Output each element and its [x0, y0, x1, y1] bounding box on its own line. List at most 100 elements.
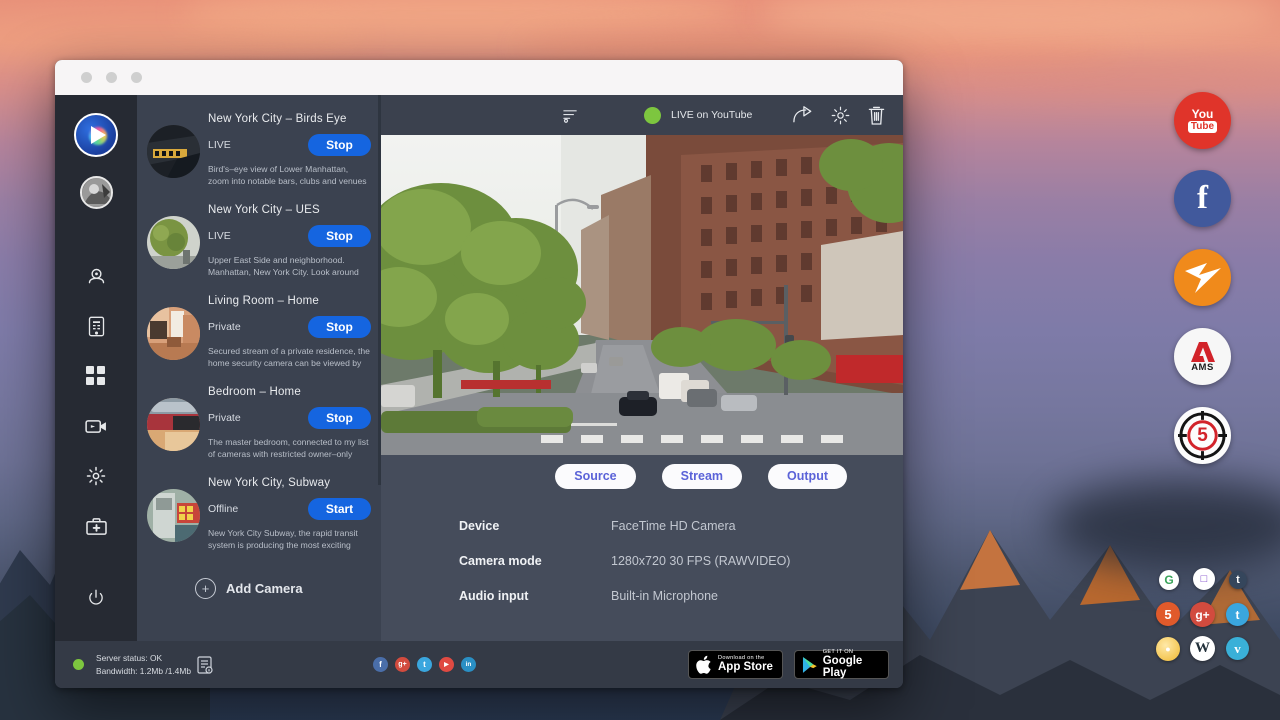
camera-status: Private: [208, 412, 308, 424]
camera-status: LIVE: [208, 139, 308, 151]
add-camera-button[interactable]: + Add Camera: [137, 560, 381, 599]
plus-circle-icon: +: [195, 578, 216, 599]
camera-title: New York City – Birds Eye: [208, 113, 371, 125]
camera-list-item[interactable]: Bedroom – Home Private Stop The master b…: [137, 378, 381, 469]
twitch-mini-icon[interactable]: □: [1193, 568, 1215, 590]
camera-list-item[interactable]: New York City – UES LIVE Stop Upper East…: [137, 196, 381, 287]
detail-label: Device: [459, 519, 611, 533]
camera-thumbnail: [147, 489, 200, 542]
google-plus-link[interactable]: g+: [395, 657, 410, 672]
camera-status: Private: [208, 321, 308, 333]
camera-title: New York City, Subway: [208, 477, 371, 489]
ams-label: AMS: [1191, 362, 1214, 373]
g-mini-icon[interactable]: G: [1159, 570, 1179, 590]
tab-source[interactable]: Source: [555, 464, 635, 489]
twitter-link[interactable]: t: [417, 657, 432, 672]
share-button[interactable]: [793, 106, 813, 125]
camera-thumbnail: [147, 307, 200, 360]
delete-button[interactable]: [868, 106, 885, 125]
detail-label: Audio input: [459, 589, 611, 603]
live-status-label: LIVE on YouTube: [671, 109, 752, 121]
window-close-button[interactable]: [81, 72, 92, 83]
camera-title: Bedroom – Home: [208, 386, 371, 398]
google-play-label: Google Play: [823, 655, 888, 679]
camera-list[interactable]: New York City – Birds Eye LIVE Stop Bird…: [137, 95, 381, 641]
play-triangle-icon: [802, 656, 818, 674]
facebook-link[interactable]: f: [373, 657, 388, 672]
main-toolbar: LIVE on YouTube: [381, 95, 903, 135]
wordpress-mini-icon[interactable]: W: [1190, 636, 1215, 661]
rail-item-grid[interactable]: [55, 351, 137, 401]
adobe-a-icon: [1190, 341, 1216, 363]
twitter-mini-icon[interactable]: t: [1226, 603, 1249, 626]
wondershare-dock-icon[interactable]: [1174, 249, 1231, 306]
apple-icon: [696, 655, 713, 675]
document-info-icon[interactable]: [197, 656, 213, 674]
live-status: LIVE on YouTube: [644, 107, 752, 124]
app-store-badge[interactable]: Download on the App Store: [688, 650, 783, 679]
camera-status: Offline: [208, 503, 308, 515]
tab-output[interactable]: Output: [768, 464, 847, 489]
window-titlebar[interactable]: [55, 60, 903, 95]
rail-item-toolbox[interactable]: [55, 501, 137, 551]
app-logo[interactable]: [74, 113, 118, 157]
toolbar-actions: [793, 106, 885, 125]
detail-value[interactable]: Built-in Microphone: [611, 589, 718, 603]
camera-list-item[interactable]: New York City, Subway Offline Start New …: [137, 469, 381, 560]
sun-mini-icon[interactable]: ●: [1156, 637, 1180, 661]
target5-dock-icon[interactable]: 5: [1174, 407, 1231, 464]
main-panel: LIVE on YouTube: [381, 95, 903, 641]
detail-row: Device FaceTime HD Camera: [459, 519, 903, 533]
detail-value[interactable]: 1280x720 30 FPS (RAWVIDEO): [611, 554, 790, 568]
camera-action-button[interactable]: Stop: [308, 316, 371, 338]
youtube-label-top: You: [1192, 108, 1214, 121]
window-minimize-button[interactable]: [106, 72, 117, 83]
camera-thumbnail: [147, 398, 200, 451]
rail-item-mobile[interactable]: [55, 301, 137, 351]
server-status-line: Server status: OK: [96, 652, 191, 665]
five-mini-icon[interactable]: 5: [1156, 602, 1180, 626]
sidebar-rail: [55, 95, 137, 641]
user-avatar[interactable]: [80, 176, 113, 209]
camera-action-button[interactable]: Stop: [308, 134, 371, 156]
camera-list-item[interactable]: New York City – Birds Eye LIVE Stop Bird…: [137, 105, 381, 196]
camera-title: Living Room – Home: [208, 295, 371, 307]
video-preview[interactable]: [381, 135, 903, 455]
facebook-dock-icon[interactable]: f: [1174, 170, 1231, 227]
detail-value[interactable]: FaceTime HD Camera: [611, 519, 736, 533]
camera-description: Bird's–eye view of Lower Manhattan, zoom…: [208, 163, 371, 188]
app-store-label: App Store: [718, 661, 773, 673]
live-indicator-dot: [644, 107, 661, 124]
camera-status: LIVE: [208, 230, 308, 242]
tab-stream[interactable]: Stream: [662, 464, 742, 489]
tumblr-mini-icon[interactable]: t: [1229, 571, 1247, 589]
rail-item-video[interactable]: [55, 401, 137, 451]
bandwidth-line: Bandwidth: 1.2Mb /1.4Mb: [96, 665, 191, 678]
rail-item-settings[interactable]: [55, 451, 137, 501]
youtube-dock-icon[interactable]: You Tube: [1174, 92, 1231, 149]
settings-button[interactable]: [831, 106, 850, 125]
camera-action-button[interactable]: Stop: [308, 225, 371, 247]
wondershare-bolt-icon: [1181, 257, 1225, 299]
status-bar: Server status: OK Bandwidth: 1.2Mb /1.4M…: [55, 641, 903, 688]
google-play-badge[interactable]: GET IT ON Google Play: [794, 650, 889, 679]
source-details: Device FaceTime HD Camera Camera mode 12…: [381, 497, 903, 641]
camera-action-button[interactable]: Stop: [308, 407, 371, 429]
camera-description: The master bedroom, connected to my list…: [208, 436, 371, 461]
camera-action-button[interactable]: Start: [308, 498, 371, 520]
camera-list-item[interactable]: Living Room – Home Private Stop Secured …: [137, 287, 381, 378]
linkedin-link[interactable]: in: [461, 657, 476, 672]
adobe-ams-dock-icon[interactable]: AMS: [1174, 328, 1231, 385]
facebook-glyph: f: [1197, 182, 1208, 215]
rail-item-power[interactable]: [55, 573, 137, 623]
rail-item-camera[interactable]: [55, 251, 137, 301]
detail-row: Camera mode 1280x720 30 FPS (RAWVIDEO): [459, 554, 903, 568]
window-zoom-button[interactable]: [131, 72, 142, 83]
youtube-link[interactable]: ▶: [439, 657, 454, 672]
detail-label: Camera mode: [459, 554, 611, 568]
gplus-mini-icon[interactable]: g+: [1190, 602, 1215, 627]
equalizer-icon[interactable]: [563, 108, 578, 123]
camera-thumbnail: [147, 216, 200, 269]
vimeo-mini-icon[interactable]: v: [1226, 637, 1249, 660]
server-status-dot: [73, 659, 84, 670]
